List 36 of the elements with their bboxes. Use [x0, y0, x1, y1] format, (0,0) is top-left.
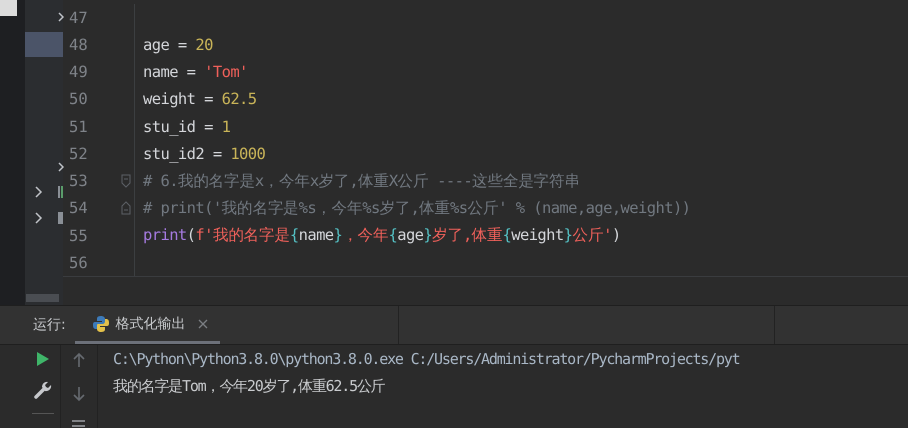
- code-line: weight = 62.5: [142, 90, 257, 108]
- line-number: 49: [68, 63, 89, 82]
- code-line: name = 'Tom': [142, 63, 248, 82]
- line-number: 53: [68, 172, 89, 190]
- line-number: 50: [68, 90, 89, 108]
- down-arrow-icon[interactable]: [73, 386, 85, 402]
- line-number: 52: [68, 144, 89, 163]
- code-line: # print('我的名字是%s，今年%s岁了,体重%s公斤' % (name,age,weight)): [142, 198, 690, 219]
- fold-icon[interactable]: [121, 201, 131, 216]
- up-arrow-icon[interactable]: [73, 352, 85, 368]
- console-line: C:\Python\Python3.8.0\python3.8.0.exe C:/Users/Administrator/PycharmProjects/pyt: [113, 349, 740, 370]
- wrench-icon[interactable]: [34, 381, 52, 399]
- line-number: 47: [68, 8, 89, 27]
- chevron-icon[interactable]: [58, 162, 64, 172]
- python-icon: [92, 314, 110, 333]
- code-line: stu_id2 = 1000: [142, 144, 266, 163]
- wrap-icon[interactable]: [71, 420, 87, 428]
- chevron-icon[interactable]: [35, 212, 43, 224]
- code-line: stu_id = 1: [142, 118, 230, 136]
- line-number: 54: [68, 199, 89, 218]
- run-icon[interactable]: [36, 351, 50, 367]
- scrollbar-thumb[interactable]: [26, 294, 59, 302]
- code-line: # 6.我的名字是x，今年x岁了,体重X公斤 ----这些全是字符串: [142, 170, 580, 192]
- console-line: 我的名字是Tom，今年20岁了,体重62.5公斤: [113, 376, 386, 397]
- line-number: 55: [68, 226, 89, 245]
- chevron-icon[interactable]: [35, 186, 43, 198]
- code-line: print(f'我的名字是{name}，今年{age}岁了,体重{weight}公斤'): [142, 225, 621, 246]
- line-number: 48: [68, 36, 89, 54]
- fold-icon[interactable]: [121, 174, 131, 188]
- run-label: 运行:: [33, 316, 66, 334]
- run-tab[interactable]: 格式化输出: [74, 306, 220, 344]
- line-number: 56: [68, 254, 89, 272]
- line-number: 51: [68, 118, 89, 136]
- close-icon[interactable]: [198, 318, 208, 329]
- chevron-icon[interactable]: [58, 12, 64, 22]
- code-line: age = 20: [142, 36, 213, 54]
